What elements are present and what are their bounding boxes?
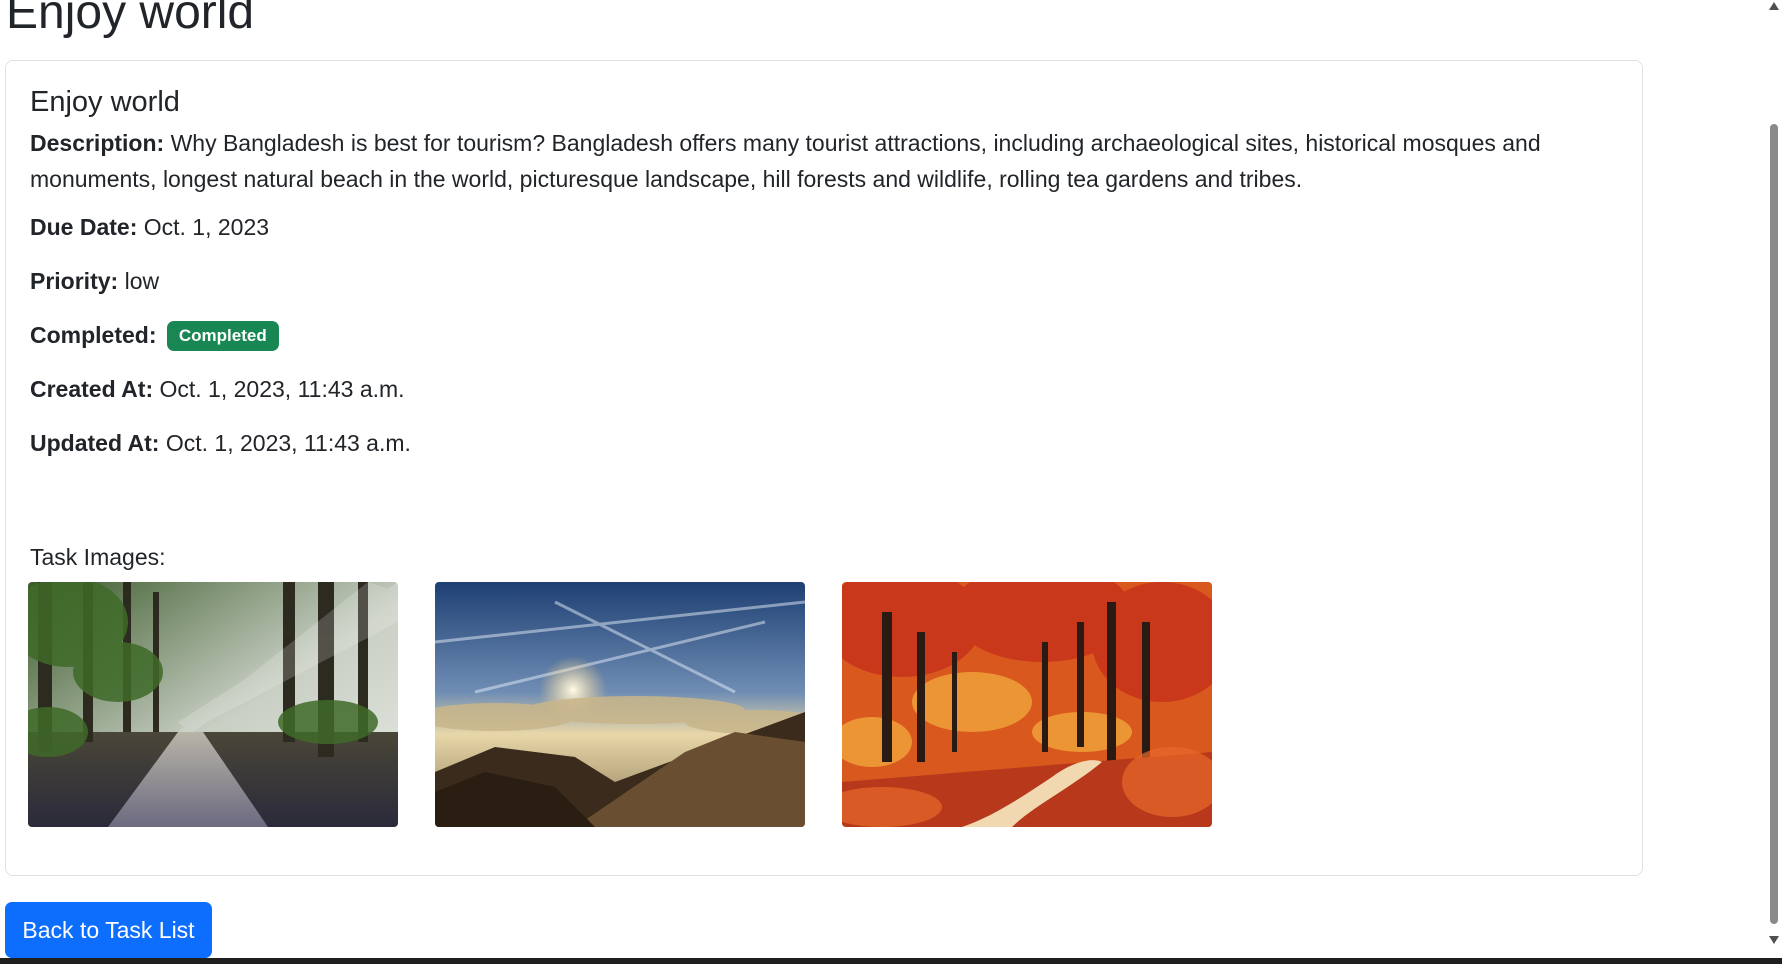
task-image-mountain-sunset[interactable]	[435, 582, 805, 827]
updated-at-label: Updated At:	[30, 430, 160, 456]
completed-field: Completed: Completed	[30, 317, 1620, 353]
description-value: Why Bangladesh is best for tourism? Bang…	[30, 130, 1541, 192]
task-image-forest-road[interactable]	[28, 582, 398, 827]
priority-field: Priority: low	[30, 263, 1620, 299]
page-title: Enjoy world	[6, 0, 255, 39]
due-date-label: Due Date:	[30, 214, 138, 240]
task-images-label: Task Images:	[30, 544, 166, 570]
task-title: Enjoy world	[30, 86, 180, 118]
status-badge: Completed	[166, 321, 279, 351]
description-label: Description:	[30, 130, 165, 156]
due-date-value: Oct. 1, 2023	[143, 214, 270, 240]
completed-label: Completed:	[30, 322, 157, 348]
scrollbar-thumb[interactable]	[1770, 124, 1778, 924]
vertical-scrollbar[interactable]	[1766, 0, 1782, 958]
description-field: Description: Why Bangladesh is best for …	[30, 125, 1620, 197]
priority-label: Priority:	[30, 268, 119, 294]
back-to-task-list-button[interactable]: Back to Task List	[5, 902, 212, 958]
page-viewport: Enjoy world Enjoy world Description: Why…	[0, 0, 1766, 964]
scroll-down-arrow-icon[interactable]	[1769, 936, 1779, 944]
updated-at-field: Updated At: Oct. 1, 2023, 11:43 a.m.	[30, 425, 1620, 461]
task-image-autumn-path[interactable]	[842, 582, 1212, 827]
created-at-value: Oct. 1, 2023, 11:43 a.m.	[159, 376, 405, 402]
scroll-up-arrow-icon[interactable]	[1769, 2, 1779, 10]
window-bottom-edge	[0, 958, 1782, 964]
created-at-field: Created At: Oct. 1, 2023, 11:43 a.m.	[30, 371, 1620, 407]
task-detail-card: Enjoy world Description: Why Bangladesh …	[5, 60, 1643, 876]
updated-at-value: Oct. 1, 2023, 11:43 a.m.	[165, 430, 411, 456]
due-date-field: Due Date: Oct. 1, 2023	[30, 209, 1620, 245]
created-at-label: Created At:	[30, 376, 154, 402]
priority-value: low	[124, 268, 160, 294]
